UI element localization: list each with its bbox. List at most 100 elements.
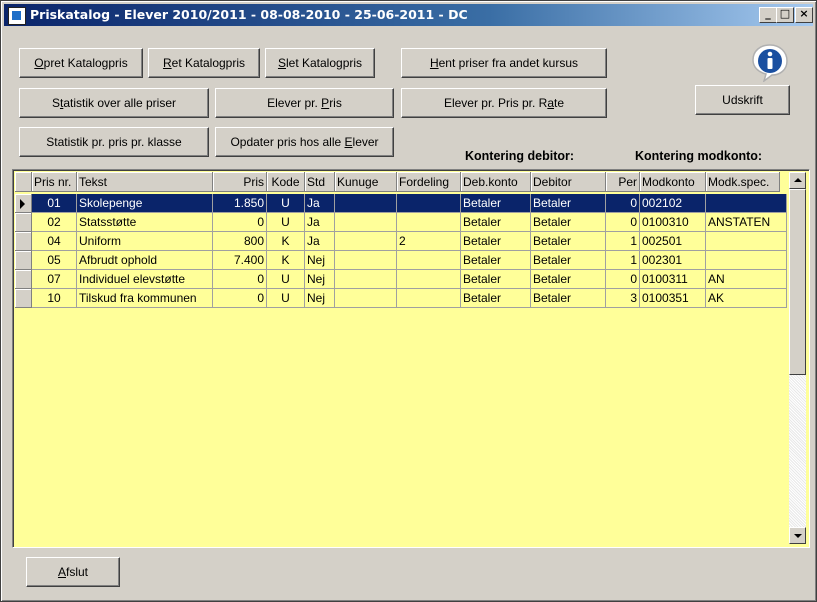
cell-kunuge[interactable] [335, 194, 397, 213]
cell-prisnr[interactable]: 02 [32, 213, 77, 232]
table-row[interactable]: 05 Afbrudt ophold 7.400 K Nej Betaler Betaler 1… [15, 251, 787, 270]
statistik-pr-klasse-button[interactable]: Statistik pr. pris pr. klasse [19, 127, 209, 157]
cell-debkonto[interactable]: Betaler [461, 213, 531, 232]
cell-tekst[interactable]: Afbrudt ophold [77, 251, 213, 270]
cell-tekst[interactable]: Uniform [77, 232, 213, 251]
cell-kode[interactable]: K [267, 251, 305, 270]
slet-katalogpris-button[interactable]: Slet Katalogpris [265, 48, 375, 78]
cell-pris[interactable]: 7.400 [213, 251, 267, 270]
cell-modkspec[interactable] [706, 194, 787, 213]
cell-pris[interactable]: 0 [213, 213, 267, 232]
cell-modkonto[interactable]: 0100351 [640, 289, 706, 308]
table-row[interactable]: 07 Individuel elevstøtte 0 U Nej Betaler Betal… [15, 270, 787, 289]
cell-modkspec[interactable]: AK [706, 289, 787, 308]
row-indicator[interactable] [15, 194, 32, 213]
cell-std[interactable]: Nej [305, 270, 335, 289]
col-header-std[interactable]: Std [305, 172, 335, 192]
cell-fordeling[interactable] [397, 251, 461, 270]
maximize-button[interactable]: □ [776, 7, 794, 23]
hent-priser-button[interactable]: Hent priser fra andet kursus [401, 48, 607, 78]
table-row[interactable]: 02 Statsstøtte 0 U Ja Betaler Betaler 0 0100310 A… [15, 213, 787, 232]
cell-fordeling[interactable] [397, 194, 461, 213]
cell-debitor[interactable]: Betaler [531, 213, 606, 232]
title-bar[interactable]: Priskatalog - Elever 2010/2011 - 08-08-2… [4, 4, 813, 26]
scroll-up-button[interactable] [789, 172, 806, 189]
cell-kunuge[interactable] [335, 213, 397, 232]
cell-tekst[interactable]: Individuel elevstøtte [77, 270, 213, 289]
row-indicator[interactable] [15, 232, 32, 251]
cell-modkonto[interactable]: 002301 [640, 251, 706, 270]
cell-modkonto[interactable]: 0100311 [640, 270, 706, 289]
col-header-kunuge[interactable]: Kunuge [335, 172, 397, 192]
cell-modkonto[interactable]: 002102 [640, 194, 706, 213]
cell-pris[interactable]: 800 [213, 232, 267, 251]
cell-fordeling[interactable] [397, 270, 461, 289]
cell-kode[interactable]: U [267, 194, 305, 213]
elever-pr-pris-pr-rate-button[interactable]: Elever pr. Pris pr. Rate [401, 88, 607, 118]
udskrift-button[interactable]: Udskrift [695, 85, 790, 115]
afslut-button[interactable]: Afslut [26, 557, 120, 587]
cell-modkspec[interactable]: ANSTATEN [706, 213, 787, 232]
cell-per[interactable]: 0 [606, 213, 640, 232]
cell-tekst[interactable]: Statsstøtte [77, 213, 213, 232]
cell-fordeling[interactable] [397, 289, 461, 308]
cell-modkspec[interactable] [706, 251, 787, 270]
col-header-modkonto[interactable]: Modkonto [640, 172, 706, 192]
col-header-tekst[interactable]: Tekst [77, 172, 213, 192]
cell-debkonto[interactable]: Betaler [461, 232, 531, 251]
cell-modkspec[interactable] [706, 232, 787, 251]
cell-kode[interactable]: U [267, 270, 305, 289]
row-indicator[interactable] [15, 270, 32, 289]
cell-per[interactable]: 1 [606, 232, 640, 251]
col-header-pris[interactable]: Pris [213, 172, 267, 192]
cell-per[interactable]: 3 [606, 289, 640, 308]
cell-per[interactable]: 0 [606, 194, 640, 213]
row-indicator[interactable] [15, 213, 32, 232]
cell-tekst[interactable]: Skolepenge [77, 194, 213, 213]
cell-pris[interactable]: 1.850 [213, 194, 267, 213]
table-row[interactable]: 01 Skolepenge 1.850 U Ja Betaler Betaler 0 00210… [15, 194, 787, 213]
cell-pris[interactable]: 0 [213, 270, 267, 289]
cell-debitor[interactable]: Betaler [531, 194, 606, 213]
cell-kode[interactable]: U [267, 213, 305, 232]
cell-kunuge[interactable] [335, 270, 397, 289]
cell-kode[interactable]: K [267, 232, 305, 251]
col-header-debitor[interactable]: Debitor [531, 172, 606, 192]
cell-debitor[interactable]: Betaler [531, 289, 606, 308]
cell-debkonto[interactable]: Betaler [461, 270, 531, 289]
cell-std[interactable]: Nej [305, 251, 335, 270]
cell-modkonto[interactable]: 0100310 [640, 213, 706, 232]
cell-kode[interactable]: U [267, 289, 305, 308]
table-row[interactable]: 10 Tilskud fra kommunen 0 U Nej Betaler Betale… [15, 289, 787, 308]
cell-prisnr[interactable]: 10 [32, 289, 77, 308]
cell-modkonto[interactable]: 002501 [640, 232, 706, 251]
col-header-modkspec[interactable]: Modk.spec. [706, 172, 780, 192]
ret-katalogpris-button[interactable]: Ret Katalogpris [148, 48, 260, 78]
cell-debitor[interactable]: Betaler [531, 251, 606, 270]
cell-debkonto[interactable]: Betaler [461, 251, 531, 270]
cell-prisnr[interactable]: 05 [32, 251, 77, 270]
info-icon[interactable] [750, 42, 790, 82]
elever-pr-pris-button[interactable]: Elever pr. Pris [215, 88, 394, 118]
cell-per[interactable]: 1 [606, 251, 640, 270]
row-indicator[interactable] [15, 289, 32, 308]
col-header-fordeling[interactable]: Fordeling [397, 172, 461, 192]
close-button[interactable]: × [795, 7, 813, 23]
scroll-down-button[interactable] [789, 527, 806, 544]
minimize-button[interactable]: _ [759, 7, 777, 23]
cell-std[interactable]: Nej [305, 289, 335, 308]
col-header-per[interactable]: Per [606, 172, 640, 192]
table-row[interactable]: 04 Uniform 800 K Ja 2 Betaler Betaler 1 002501 [15, 232, 787, 251]
cell-modkspec[interactable]: AN [706, 270, 787, 289]
cell-debitor[interactable]: Betaler [531, 270, 606, 289]
cell-prisnr[interactable]: 04 [32, 232, 77, 251]
cell-std[interactable]: Ja [305, 213, 335, 232]
opret-katalogpris-button[interactable]: Opret Katalogpris [19, 48, 143, 78]
scroll-thumb[interactable] [789, 189, 806, 375]
cell-prisnr[interactable]: 07 [32, 270, 77, 289]
cell-kunuge[interactable] [335, 289, 397, 308]
opdater-pris-button[interactable]: Opdater pris hos alle Elever [215, 127, 394, 157]
cell-kunuge[interactable] [335, 232, 397, 251]
row-indicator[interactable] [15, 251, 32, 270]
cell-debitor[interactable]: Betaler [531, 232, 606, 251]
